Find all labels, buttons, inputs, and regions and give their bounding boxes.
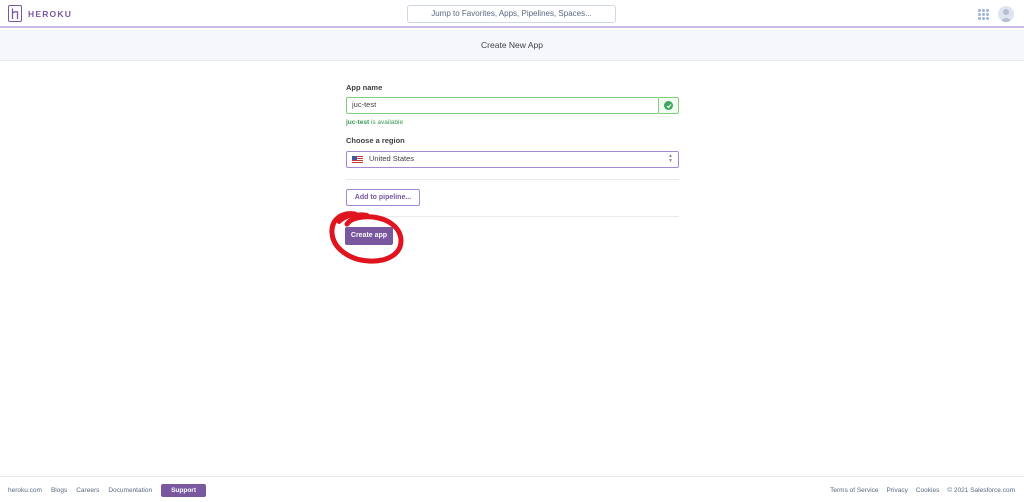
annotation-circle: [329, 211, 404, 264]
check-circle-icon: [664, 101, 673, 110]
footer-link-cookies[interactable]: Cookies: [916, 487, 939, 494]
support-button[interactable]: Support: [161, 484, 207, 497]
add-to-pipeline-button[interactable]: Add to pipeline...: [346, 189, 420, 206]
apps-grid-icon[interactable]: [978, 9, 989, 20]
region-select[interactable]: United States ▲ ▼: [346, 151, 679, 168]
footer: heroku.com Blogs Careers Documentation S…: [0, 476, 1024, 502]
brand-name: HEROKU: [28, 8, 73, 19]
footer-link-privacy[interactable]: Privacy: [887, 487, 908, 494]
footer-link-careers[interactable]: Careers: [76, 487, 99, 494]
user-avatar-icon[interactable]: [998, 6, 1014, 22]
us-flag-icon: [352, 156, 363, 163]
region-selected-value: United States: [369, 154, 415, 163]
page-title: Create New App: [0, 30, 1024, 61]
app-name-label: App name: [346, 83, 383, 92]
footer-link-terms[interactable]: Terms of Service: [830, 487, 878, 494]
region-label: Choose a region: [346, 136, 405, 145]
name-valid-indicator: [659, 97, 679, 114]
footer-link-heroku[interactable]: heroku.com: [8, 487, 42, 494]
availability-suffix: is available: [369, 119, 404, 126]
app-name-input[interactable]: juc-test: [346, 97, 659, 114]
footer-legal-links: Terms of Service Privacy Cookies © 2021 …: [830, 487, 1015, 494]
availability-app-name: juc-test: [346, 119, 370, 126]
divider: [346, 179, 679, 180]
footer-copyright: © 2021 Salesforce.com: [947, 487, 1015, 494]
updown-chevron-icon: ▲ ▼: [668, 153, 673, 164]
footer-links: heroku.com Blogs Careers Documentation S…: [8, 484, 207, 497]
availability-message: juc-test is available: [346, 119, 403, 126]
heroku-logo[interactable]: HEROKU: [8, 5, 72, 22]
top-navbar: HEROKU Jump to Favorites, Apps, Pipeline…: [0, 0, 1024, 28]
heroku-logo-icon: [8, 5, 22, 22]
footer-link-documentation[interactable]: Documentation: [108, 487, 152, 494]
search-input[interactable]: Jump to Favorites, Apps, Pipelines, Spac…: [407, 5, 616, 23]
footer-link-blogs[interactable]: Blogs: [51, 487, 67, 494]
